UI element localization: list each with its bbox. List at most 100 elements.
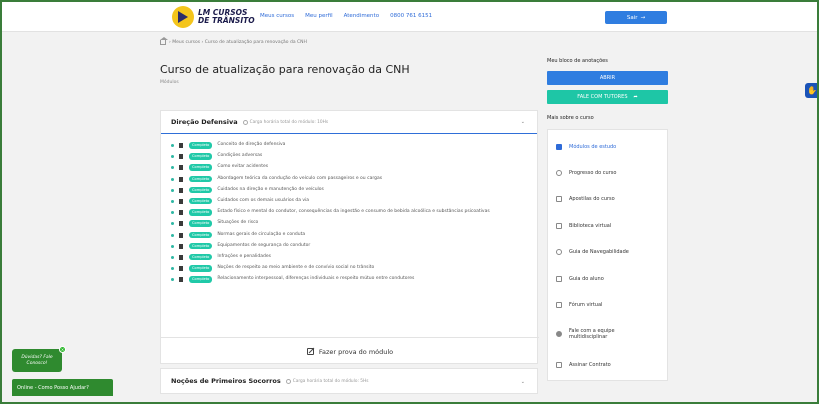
menu-item-apostilas[interactable]: Apostilas do curso bbox=[556, 196, 615, 202]
home-icon[interactable] bbox=[159, 37, 168, 45]
module-title: Noções de Primeiros Socorros bbox=[171, 377, 281, 385]
notes-title: Meu bloco de anotações bbox=[547, 58, 608, 64]
module-hours: Carga horária total do módulo: 10Hs bbox=[249, 119, 329, 125]
take-module-test-button[interactable]: Fazer prova do módulo bbox=[161, 337, 539, 365]
share-arrow-icon: ➦ bbox=[633, 94, 638, 100]
menu-item-label: Apostilas do curso bbox=[569, 196, 615, 202]
menu-item-guia-aluno[interactable]: Guia do aluno bbox=[556, 276, 604, 282]
document-icon bbox=[179, 187, 183, 193]
menu-item-label: Módulos de estudo bbox=[569, 144, 617, 150]
menu-item-biblioteca[interactable]: Biblioteca virtual bbox=[556, 223, 611, 229]
breadcrumb-text[interactable]: › Meus cursos › Curso de atualização par… bbox=[169, 40, 307, 45]
menu-item-label: Biblioteca virtual bbox=[569, 223, 612, 229]
talk-to-tutors-button[interactable]: FALE COM TUTORES ➦ bbox=[547, 90, 668, 104]
document-icon bbox=[179, 176, 183, 182]
open-notes-button[interactable]: ABRIR bbox=[547, 71, 668, 85]
lesson-title: Relacionamento interpessoal, diferenças … bbox=[217, 276, 415, 282]
logo[interactable]: LM CURSOS DE TRÂNSITO bbox=[172, 6, 258, 28]
list-item[interactable]: Completo Relacionamento interpessoal, dif… bbox=[171, 276, 537, 283]
talk-to-tutors-label: FALE COM TUTORES bbox=[577, 94, 628, 100]
nav-phone[interactable]: 0800 761 6151 bbox=[390, 13, 432, 19]
list-item[interactable]: Completo Cuidados na direção e manutenção… bbox=[171, 186, 537, 194]
graduation-cap-icon bbox=[556, 144, 562, 150]
document-icon bbox=[179, 143, 183, 148]
library-icon bbox=[556, 223, 562, 229]
list-item[interactable]: Completo Conceito de direção defensiva bbox=[171, 142, 537, 149]
nav-atendimento[interactable]: Atendimento bbox=[344, 13, 379, 19]
list-item[interactable]: Completo Cuidados com os demais usuários … bbox=[171, 197, 537, 205]
menu-item-forum[interactable]: Fórum virtual bbox=[556, 302, 602, 308]
lesson-title: Equipamentos de segurança do condutor bbox=[217, 242, 311, 248]
menu-item-equipe[interactable]: Fale com a equipe multidisciplinar bbox=[556, 328, 646, 340]
document-icon bbox=[179, 232, 183, 238]
document-icon bbox=[179, 210, 183, 216]
logout-button[interactable]: Sair → bbox=[605, 11, 667, 24]
document-icon bbox=[179, 243, 183, 249]
document-icon bbox=[179, 254, 183, 260]
link-icon bbox=[556, 249, 562, 255]
clock-icon bbox=[285, 378, 291, 384]
lesson-title: Estado físico e mental do condutor, cons… bbox=[217, 209, 490, 215]
breadcrumb: › Meus cursos › Curso de atualização par… bbox=[159, 37, 307, 45]
module-card-primeiros-socorros[interactable]: Noções de Primeiros Socorros Carga horár… bbox=[160, 368, 538, 394]
nav-meus-cursos[interactable]: Meus cursos bbox=[260, 13, 294, 19]
lesson-title: Cuidados com os demais usuários da via bbox=[217, 197, 310, 203]
list-item[interactable]: Completo Noções de respeito ao meio ambie… bbox=[171, 265, 537, 272]
accessibility-hand-icon[interactable]: ✋ bbox=[805, 83, 819, 98]
list-item[interactable]: Completo Infrações e penalidades bbox=[171, 253, 537, 261]
document-icon bbox=[179, 221, 183, 227]
chat-icon bbox=[556, 302, 562, 308]
list-item[interactable]: Completo Como evitar acidentes bbox=[171, 164, 537, 171]
module-title: Direção Defensiva bbox=[171, 118, 238, 126]
lesson-title: Cuidados na direção e manutenção de veíc… bbox=[217, 186, 324, 192]
bullet-dot bbox=[171, 188, 174, 192]
book-icon bbox=[556, 196, 562, 202]
status-badge: Completo bbox=[189, 231, 213, 238]
chat-online-bar[interactable]: Online - Como Posso Ajudar? bbox=[12, 379, 113, 396]
document-icon bbox=[179, 165, 183, 171]
menu-item-modulos[interactable]: Módulos de estudo bbox=[556, 144, 616, 150]
status-badge: Completo bbox=[189, 253, 213, 261]
module-header[interactable]: Direção Defensiva Carga horária total do… bbox=[161, 111, 537, 134]
status-badge: Completo bbox=[189, 186, 213, 194]
chevron-down-icon[interactable]: ⌄ bbox=[521, 379, 525, 385]
menu-item-contrato[interactable]: Assinar Contrato bbox=[556, 362, 611, 368]
logo-mark bbox=[172, 6, 194, 28]
bullet-dot bbox=[171, 166, 174, 170]
logo-line2: DE TRÂNSITO bbox=[198, 16, 255, 25]
chat-bubble[interactable]: Dúvidas? Fale Conosco! bbox=[12, 349, 62, 372]
bullet-dot bbox=[171, 211, 174, 215]
bullet-dot bbox=[171, 233, 174, 237]
menu-item-label: Guia de Navegabilidade bbox=[569, 249, 629, 255]
list-item[interactable]: Completo Abordagem teórica da condução do… bbox=[171, 175, 537, 183]
more-about-course-title: Mais sobre o curso bbox=[547, 115, 594, 121]
page-subtitle: Módulos bbox=[160, 80, 179, 85]
status-badge: Completo bbox=[189, 209, 213, 216]
logo-text: LM CURSOS DE TRÂNSITO bbox=[198, 9, 258, 25]
list-item[interactable]: Completo Equipamentos de segurança do con… bbox=[171, 242, 537, 250]
menu-item-label: Assinar Contrato bbox=[569, 362, 611, 368]
list-item[interactable]: Completo Condições adversas bbox=[171, 153, 537, 160]
clock-icon bbox=[242, 119, 248, 125]
chevron-down-icon[interactable]: ⌄ bbox=[521, 119, 525, 125]
document-icon bbox=[179, 277, 183, 283]
menu-item-navegabilidade[interactable]: Guia de Navegabilidade bbox=[556, 249, 629, 255]
lesson-title: Noções de respeito ao meio ambiente e de… bbox=[217, 265, 375, 271]
list-item[interactable]: Completo Estado físico e mental do condut… bbox=[171, 209, 537, 216]
close-icon[interactable]: × bbox=[59, 346, 66, 353]
menu-item-progresso[interactable]: Progresso do curso bbox=[556, 170, 616, 176]
document-icon bbox=[179, 154, 183, 160]
document-icon bbox=[179, 198, 183, 204]
lesson-title: Situações de risco bbox=[217, 220, 259, 226]
bullet-dot bbox=[171, 144, 174, 147]
menu-item-label: Fale com a equipe multidisciplinar bbox=[569, 328, 615, 340]
status-badge: Completo bbox=[189, 164, 213, 171]
menu-item-label: Guia do aluno bbox=[569, 276, 604, 282]
nav-meu-perfil[interactable]: Meu perfil bbox=[305, 13, 333, 19]
lesson-title: Abordagem teórica da condução do veículo… bbox=[217, 175, 383, 181]
bullet-dot bbox=[171, 244, 174, 248]
list-item[interactable]: Completo Normas gerais de circulação e co… bbox=[171, 231, 537, 238]
status-badge: Completo bbox=[189, 142, 213, 149]
lesson-title: Como evitar acidentes bbox=[217, 164, 269, 170]
list-item[interactable]: Completo Situações de risco bbox=[171, 220, 537, 227]
